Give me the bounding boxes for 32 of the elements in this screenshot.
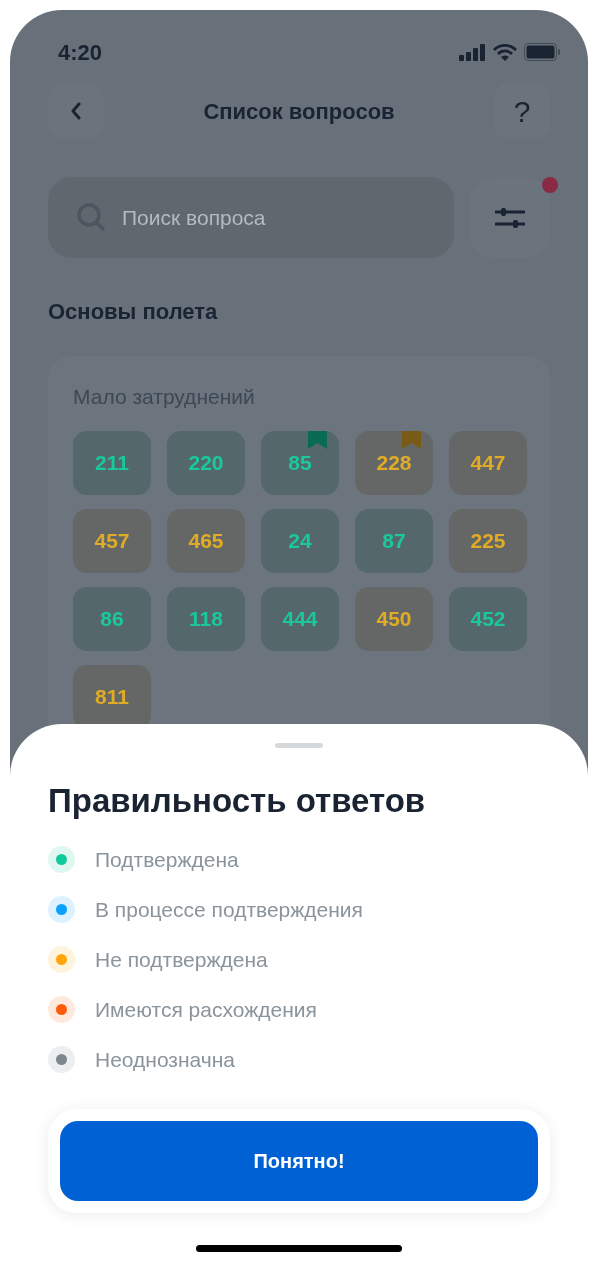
question-tile[interactable]: 220	[167, 430, 245, 495]
ok-button[interactable]: Понятно!	[60, 1120, 538, 1201]
legend-label: Имеются расхождения	[95, 996, 317, 1023]
back-icon	[70, 102, 82, 120]
battery-icon	[524, 43, 560, 61]
legend-label: Подтверждена	[95, 846, 239, 873]
question-tile[interactable]: 86	[73, 586, 151, 651]
legend-label: Неоднозначна	[95, 1046, 236, 1073]
legend-label: Не подтверждена	[95, 946, 268, 973]
question-tile[interactable]: 228	[355, 430, 433, 495]
sheet-title: Правильность ответов	[48, 781, 427, 821]
question-tile[interactable]: 452	[449, 586, 527, 651]
question-tile[interactable]: 225	[449, 508, 527, 573]
question-tile[interactable]: 447	[449, 430, 527, 495]
question-tile[interactable]: 87	[355, 508, 433, 573]
legend-label: В процессе подтверждения	[95, 896, 363, 923]
page-title: Список вопросов	[203, 97, 395, 126]
search-field[interactable]: Поиск вопроса	[48, 177, 454, 258]
signal-icon	[459, 43, 486, 61]
question-tile[interactable]: 85	[261, 430, 339, 495]
status-time: 4:20	[58, 38, 103, 67]
section-title: Основы полета	[48, 298, 219, 326]
question-tile[interactable]: 450	[355, 586, 433, 651]
question-tile[interactable]: 457	[73, 508, 151, 573]
question-tile[interactable]: 211	[73, 430, 151, 495]
sliders-icon	[495, 206, 525, 229]
wifi-icon	[493, 43, 517, 61]
question-tile[interactable]: 118	[167, 586, 245, 651]
question-tile[interactable]: 24	[261, 508, 339, 573]
drag-handle[interactable]	[275, 743, 323, 748]
question-tile[interactable]: 465	[167, 508, 245, 573]
question-tile[interactable]: 444	[261, 586, 339, 651]
